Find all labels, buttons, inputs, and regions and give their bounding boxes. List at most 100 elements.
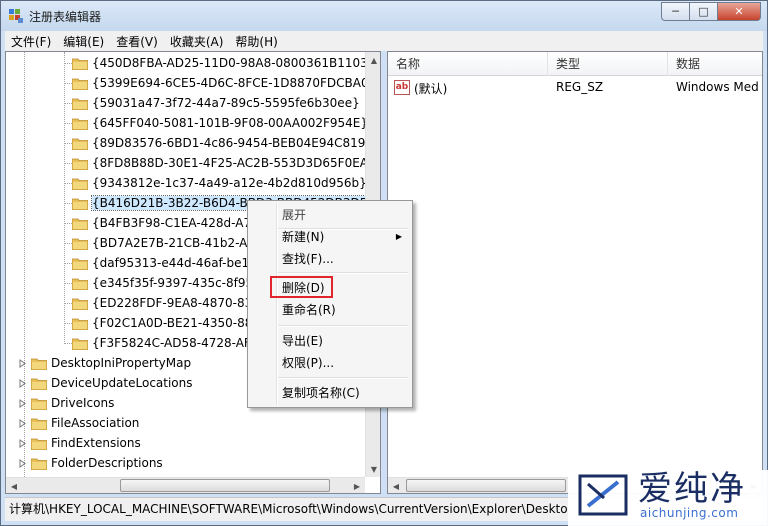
tree-guide-line	[64, 283, 72, 284]
tree-sibling-key[interactable]: DriveIcons	[18, 393, 114, 413]
column-name[interactable]: 名称	[388, 52, 548, 76]
submenu-arrow-icon: ▶	[395, 232, 402, 241]
tree-key-label: {F3F5824C-AD58-4728-AF59	[92, 336, 267, 350]
folder-icon	[30, 417, 48, 430]
tree-sibling-key[interactable]: DeviceUpdateLocations	[18, 373, 193, 393]
tree-key-label: {B4FB3F98-C1EA-428d-A78A	[92, 216, 267, 230]
values-column-header: 名称 类型 数据	[388, 52, 762, 76]
tree-child-key[interactable]: {BD7A2E7B-21CB-41b2-A08	[71, 233, 263, 253]
tree-child-key[interactable]: {F3F5824C-AD58-4728-AF59	[71, 333, 267, 353]
menu-favorites[interactable]: 收藏夹(A)	[164, 33, 230, 50]
tree-key-label: DesktopIniPropertyMap	[51, 356, 192, 370]
tree-key-label: {ED228FDF-9EA8-4870-83b1	[92, 296, 268, 310]
tree-sibling-key[interactable]: FindExtensions	[18, 433, 141, 453]
column-data[interactable]: 数据	[668, 52, 762, 76]
tree-key-label: {BD7A2E7B-21CB-41b2-A08	[92, 236, 263, 250]
expand-arrow-icon[interactable]	[18, 438, 27, 448]
window-title: 注册表编辑器	[29, 10, 102, 24]
scroll-down-icon[interactable]: ▼	[366, 461, 380, 477]
tree-key-label: DeviceUpdateLocations	[51, 376, 193, 390]
tree-guide-line	[64, 343, 72, 344]
column-type[interactable]: 类型	[548, 52, 668, 76]
value-row[interactable]: ab (默认) REG_SZ Windows Med	[388, 78, 762, 98]
tree-hscroll-thumb[interactable]	[120, 479, 330, 492]
tree-key-label: {89D83576-6BD1-4c86-9454-BEB04E94C819}	[92, 136, 365, 150]
ctx-copy-key-name[interactable]: 复制项名称(C)	[250, 382, 410, 404]
ctx-permissions[interactable]: 权限(P)...	[250, 352, 410, 374]
tree-key-label: {450D8FBA-AD25-11D0-98A8-0800361B1103}	[92, 56, 365, 70]
tree-sibling-key[interactable]: DesktopIniPropertyMap	[18, 353, 191, 373]
menu-file[interactable]: 文件(F)	[5, 33, 57, 50]
tree-child-key[interactable]: {8FD8B88D-30E1-4F25-AC2B-553D3D65F0EA}	[71, 153, 365, 173]
menu-view[interactable]: 查看(V)	[110, 33, 164, 50]
tree-key-label: {9343812e-1c37-4a49-a12e-4b2d810d956b}	[92, 176, 365, 190]
watermark: 爱纯净 aichunjing.com	[568, 470, 768, 526]
menu-help[interactable]: 帮助(H)	[229, 33, 283, 50]
tree-sibling-key[interactable]: FolderDescriptions	[18, 453, 163, 473]
folder-icon	[71, 77, 89, 90]
scroll-left-icon[interactable]: ◀	[388, 478, 404, 493]
expand-arrow-icon[interactable]	[18, 418, 27, 428]
context-menu: 展开 新建(N) ▶ 查找(F)... 删除(D) 重命名(R) 导出(E) 权限…	[247, 200, 413, 408]
tree-key-label: FindExtensions	[51, 436, 141, 450]
title-bar[interactable]: 注册表编辑器 ─ □ ✕	[1, 1, 767, 31]
tree-guide-line	[64, 103, 72, 104]
folder-icon	[71, 337, 89, 350]
ctx-separator	[278, 272, 408, 274]
tree-guide-line	[64, 163, 72, 164]
maximize-button[interactable]: □	[689, 2, 717, 21]
value-data: Windows Med	[676, 80, 759, 94]
tree-guide-line	[64, 143, 72, 144]
tree-guide-line	[64, 52, 65, 342]
tree-key-label: DriveIcons	[51, 396, 115, 410]
folder-icon	[71, 57, 89, 70]
expand-arrow-icon[interactable]	[18, 358, 27, 368]
ctx-new-label: 新建(N)	[282, 230, 325, 244]
tree-child-key[interactable]: {e345f35f-9397-435c-8f95-4	[71, 273, 266, 293]
folder-icon	[71, 97, 89, 110]
tree-child-key[interactable]: {59031a47-3f72-44a7-89c5-5595fe6b30ee}	[71, 93, 360, 113]
tree-child-key[interactable]: {89D83576-6BD1-4c86-9454-BEB04E94C819}	[71, 133, 365, 153]
scroll-right-icon[interactable]: ▶	[349, 478, 365, 493]
folder-icon	[30, 437, 48, 450]
tree-horizontal-scrollbar[interactable]: ◀ ▶	[6, 477, 365, 493]
close-button[interactable]: ✕	[717, 2, 761, 21]
watermark-url: aichunjing.com	[640, 506, 739, 520]
ctx-export[interactable]: 导出(E)	[250, 330, 410, 352]
values-hscroll-thumb[interactable]	[406, 479, 566, 492]
ctx-expand[interactable]: 展开	[250, 204, 410, 226]
folder-icon	[71, 217, 89, 230]
tree-guide-line	[64, 263, 72, 264]
tree-child-key[interactable]: {daf95313-e44d-46af-be1b-	[71, 253, 261, 273]
tree-child-key[interactable]: {450D8FBA-AD25-11D0-98A8-0800361B1103}	[71, 53, 365, 73]
expand-arrow-icon[interactable]	[18, 398, 27, 408]
tree-child-key[interactable]: {ED228FDF-9EA8-4870-83b1	[71, 293, 268, 313]
tree-key-label: {e345f35f-9397-435c-8f95-4	[92, 276, 266, 290]
values-pane[interactable]: 名称 类型 数据 ab (默认) REG_SZ Windows Med ◀ ▶	[387, 51, 763, 494]
scroll-left-icon[interactable]: ◀	[6, 478, 22, 493]
ctx-rename[interactable]: 重命名(R)	[250, 299, 410, 321]
tree-sibling-key[interactable]: FileAssociation	[18, 413, 139, 433]
folder-icon	[71, 157, 89, 170]
tree-key-label: {5399E694-6CE5-4D6C-8FCE-1D8870FDCBA0}	[92, 76, 365, 90]
ctx-separator	[278, 325, 408, 327]
expand-arrow-icon[interactable]	[18, 458, 27, 468]
tree-child-key[interactable]: {5399E694-6CE5-4D6C-8FCE-1D8870FDCBA0}	[71, 73, 365, 93]
value-name: (默认)	[414, 82, 448, 96]
folder-icon	[71, 117, 89, 130]
tree-child-key[interactable]: {F02C1A0D-BE21-4350-88B0	[71, 313, 268, 333]
folder-icon	[71, 297, 89, 310]
tree-child-key[interactable]: {B4FB3F98-C1EA-428d-A78A	[71, 213, 267, 233]
minimize-button[interactable]: ─	[661, 2, 689, 21]
expand-arrow-icon[interactable]	[18, 378, 27, 388]
folder-icon	[30, 357, 48, 370]
menu-edit[interactable]: 编辑(E)	[57, 33, 110, 50]
scroll-up-icon[interactable]: ▲	[366, 52, 380, 68]
ctx-new[interactable]: 新建(N) ▶	[250, 226, 410, 248]
tree-key-label: {59031a47-3f72-44a7-89c5-5595fe6b30ee}	[92, 96, 360, 110]
tree-guide-line	[64, 243, 72, 244]
tree-child-key[interactable]: {9343812e-1c37-4a49-a12e-4b2d810d956b}	[71, 173, 365, 193]
tree-child-key[interactable]: {645FF040-5081-101B-9F08-00AA002F954E}	[71, 113, 365, 133]
tree-guide-line	[64, 83, 72, 84]
ctx-find[interactable]: 查找(F)...	[250, 248, 410, 270]
